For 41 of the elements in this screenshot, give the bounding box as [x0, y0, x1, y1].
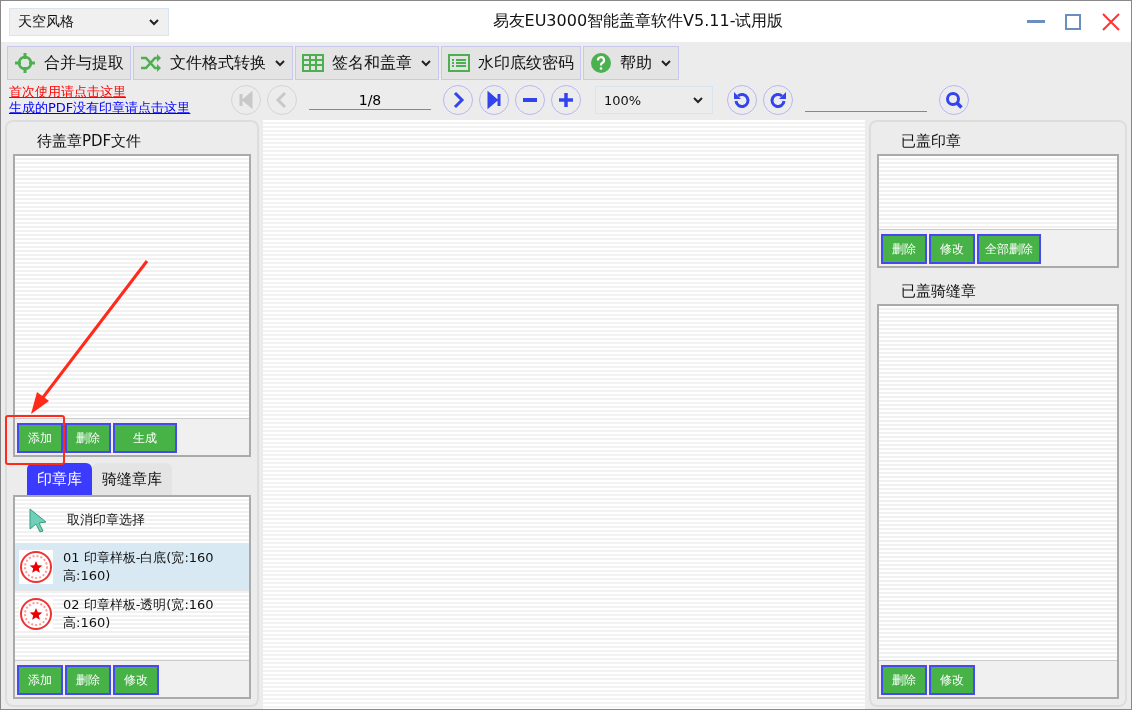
cursor-arrow-icon: [27, 507, 49, 533]
shuffle-icon: [140, 52, 162, 74]
minimize-icon: [1027, 20, 1045, 23]
list-icon: [448, 52, 470, 74]
stamp-list-item[interactable]: 02 印章样板-透明(宽:160 高:160): [15, 591, 249, 638]
plus-button[interactable]: [551, 85, 581, 115]
theme-dropdown[interactable]: 天空风格: [9, 7, 169, 36]
help-link[interactable]: 生成的PDF没有印章请点击这里: [9, 100, 219, 116]
close-icon: [1101, 11, 1121, 32]
caret-icon: [660, 57, 672, 69]
panel-title: 待盖章PDF文件: [37, 131, 142, 151]
stamp-list-item[interactable]: 01 印章样板-白底(宽:160 高:160): [15, 544, 249, 591]
toolbar-button[interactable]: 签名和盖章: [295, 46, 439, 80]
zoom-dropdown[interactable]: 100%: [595, 86, 713, 114]
window-title: 易友EU3000智能盖章软件V5.11-试用版: [491, 11, 785, 32]
minus-icon: [523, 98, 537, 102]
maximize-icon: [1063, 11, 1083, 32]
toolbar-button[interactable]: 合并与提取: [7, 46, 131, 80]
panel-title: 已盖印章: [901, 131, 961, 151]
toolbar-button[interactable]: 帮助: [583, 46, 679, 80]
stamp-icon: [19, 597, 53, 631]
rotate-left-button[interactable]: [727, 85, 757, 115]
minus-button[interactable]: [515, 85, 545, 115]
tab[interactable]: 骑缝章库: [92, 463, 172, 495]
caret-icon: [420, 57, 432, 69]
page-field[interactable]: 1/8: [309, 90, 431, 110]
highlight-frame: [5, 415, 65, 465]
chevron-right-button[interactable]: [443, 85, 473, 115]
stamp-icon: [19, 550, 53, 584]
tab[interactable]: 印章库: [27, 463, 92, 495]
crosshair-icon: [14, 52, 36, 74]
skip-last-button[interactable]: [479, 85, 509, 115]
caret-icon: [692, 94, 704, 106]
toolbar-button[interactable]: 文件格式转换: [133, 46, 293, 80]
caret-icon: [274, 57, 286, 69]
toolbar-button[interactable]: 水印底纹密码: [441, 46, 581, 80]
table-icon: [302, 52, 324, 74]
help-icon: [590, 52, 612, 74]
panel-title: 已盖骑缝章: [901, 281, 976, 301]
search-button[interactable]: [939, 85, 969, 115]
rotate-right-button[interactable]: [763, 85, 793, 115]
